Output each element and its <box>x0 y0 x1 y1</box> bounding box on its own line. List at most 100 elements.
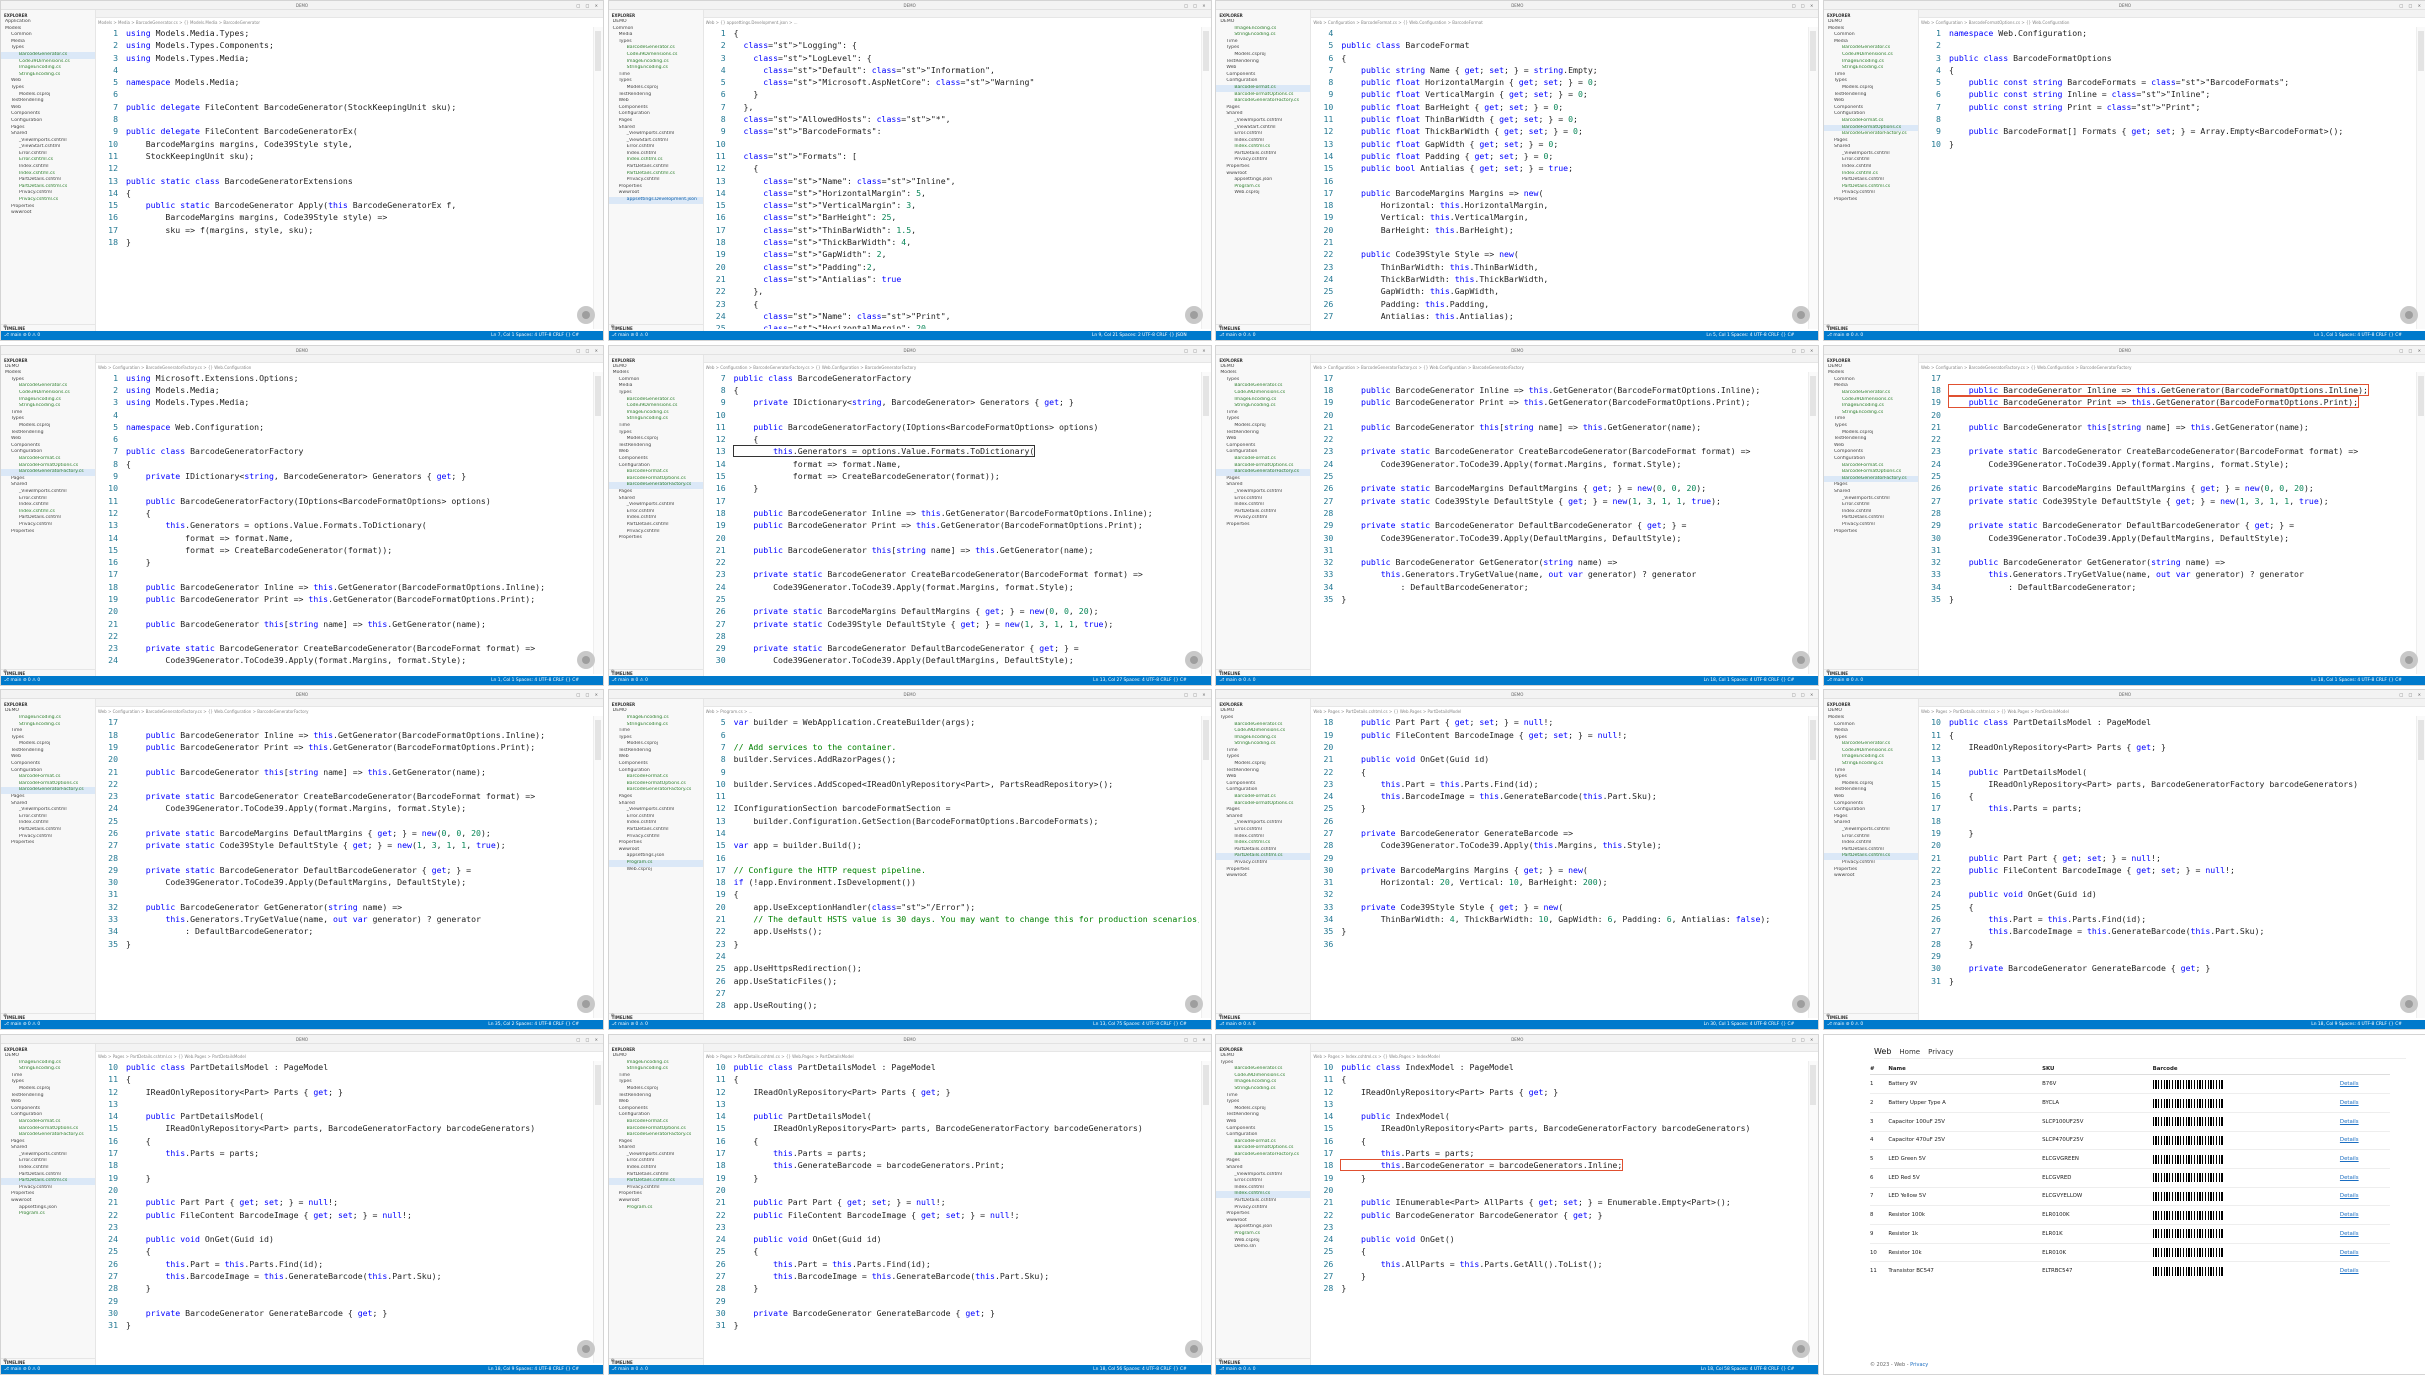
sidebar-item[interactable]: wwwroot <box>1824 873 1918 880</box>
window-controls[interactable]: □ □ ✕ <box>1792 346 1815 355</box>
sidebar-item[interactable]: Pages <box>1216 476 1310 483</box>
sidebar-item[interactable]: BarcodeGenerator.cs <box>1216 1066 1310 1073</box>
sidebar-item[interactable]: Models <box>1 26 95 33</box>
window-controls[interactable]: □ □ ✕ <box>2400 690 2423 699</box>
sidebar-item[interactable]: Models.csproj <box>1216 1106 1310 1113</box>
details-link[interactable]: Details <box>2340 1231 2359 1237</box>
sidebar-item[interactable]: Models <box>1 370 95 377</box>
scroll-thumb[interactable] <box>1202 720 1209 761</box>
branch-status[interactable]: ⎇ main ⊘ 0 ⚠ 0 <box>1219 333 1255 338</box>
sidebar-item[interactable]: Configuration <box>1216 787 1310 794</box>
sidebar-item[interactable]: PartDetails.cshtml.cs <box>608 1178 703 1185</box>
sidebar-item[interactable]: BarcodeFormat.cs <box>1 1119 95 1126</box>
sidebar-item[interactable]: Index.cshtml.cs <box>609 157 703 164</box>
sidebar-item[interactable]: Error.cshtml <box>609 1158 703 1165</box>
sidebar-item[interactable]: Properties <box>609 1191 703 1198</box>
sidebar-item[interactable]: BarcodeFormat.cs <box>1824 463 1918 470</box>
sidebar-item[interactable]: Configuration <box>1 768 95 775</box>
sidebar-item[interactable]: Models <box>1216 370 1310 377</box>
sidebar-item[interactable]: BarcodeFormat.cs <box>1 774 95 781</box>
window-controls[interactable]: □ □ ✕ <box>1792 1 1815 10</box>
privacy-link[interactable]: Privacy <box>1910 1362 1928 1368</box>
scroll-thumb[interactable] <box>595 375 601 416</box>
branch-status[interactable]: ⎇ main ⊘ 0 ⚠ 0 <box>4 333 40 338</box>
timeline-section[interactable]: TIMELINE <box>1823 668 1918 676</box>
sidebar-item[interactable]: BarcodeGeneratorFactory.cs <box>609 1132 703 1139</box>
sidebar-item[interactable]: Pages <box>609 118 703 125</box>
sidebar-item[interactable]: Types <box>1824 423 1918 430</box>
sidebar-item[interactable]: Privacy.cshtml <box>1216 157 1310 164</box>
sidebar-item[interactable]: Types <box>609 735 703 742</box>
sidebar-item[interactable]: ImageEncoding.cs <box>1 715 95 722</box>
details-link[interactable]: Details <box>2340 1268 2359 1274</box>
sidebar-item[interactable]: Pages <box>1216 105 1310 112</box>
sidebar-item[interactable]: BarcodeGeneratorFactory.cs <box>1216 469 1311 476</box>
sidebar-item[interactable]: StringEncoding.cs <box>1216 32 1310 39</box>
sidebar-item[interactable]: Types <box>1 416 95 423</box>
branch-status[interactable]: ⎇ main ⊘ 0 ⚠ 0 <box>1219 678 1255 683</box>
sidebar-item[interactable]: Configuration <box>1 1112 95 1119</box>
sidebar-item[interactable]: Types <box>1824 774 1918 781</box>
code-editor[interactable]: 17 18 public BarcodeGenerator Inline => t… <box>96 716 591 1018</box>
gear-icon[interactable]: ⚙ <box>3 324 7 330</box>
sidebar-item[interactable]: Time <box>1824 768 1918 775</box>
sidebar-item[interactable]: Code39Dimensions.cs <box>1 390 95 397</box>
window-controls[interactable]: □ □ ✕ <box>2400 1 2423 10</box>
sidebar-item[interactable]: Time <box>1824 72 1918 79</box>
code-editor[interactable]: 4 5 public class BarcodeFormat 6{7 public s… <box>1311 27 1806 329</box>
details-link[interactable]: Details <box>2340 1212 2359 1218</box>
sidebar-item[interactable]: Code39Dimensions.cs <box>1 59 95 66</box>
sidebar-item[interactable]: Types <box>1216 715 1310 722</box>
sidebar-item[interactable]: Privacy.cshtml <box>1824 522 1918 529</box>
sidebar-item[interactable]: PartDetails.cshtml <box>609 1172 703 1179</box>
sidebar-item[interactable]: Components <box>1 111 95 118</box>
code-editor[interactable]: 10 public class PartDetailsModel : PageMo… <box>704 1061 1199 1363</box>
sidebar-item[interactable]: TestRendering <box>1216 430 1310 437</box>
sidebar-item[interactable]: Pages <box>609 489 703 496</box>
sidebar-item[interactable]: Types <box>1 735 95 742</box>
sidebar-item[interactable]: Time <box>1 1073 95 1080</box>
sidebar-item[interactable]: TestRendering <box>1824 92 1918 99</box>
code-editor[interactable]: 1 namespace Web.Configuration; 2 3 public cl… <box>1919 27 2414 329</box>
sidebar-item[interactable]: Types <box>609 390 703 397</box>
copilot-avatar-icon[interactable] <box>1184 1339 1203 1358</box>
sidebar-item[interactable]: Models.csproj <box>1824 430 1918 437</box>
timeline-section[interactable]: TIMELINE <box>608 1013 703 1020</box>
sidebar-item[interactable]: Models.csproj <box>609 741 703 748</box>
sidebar-item[interactable]: Index.cshtml.cs <box>1216 1191 1311 1199</box>
code-editor[interactable]: 10 public class PartDetailsModel : PageMo… <box>1919 716 2414 1018</box>
sidebar-item[interactable]: Media <box>609 383 703 390</box>
nav-link[interactable]: Home <box>1899 1048 1920 1056</box>
sidebar-item[interactable]: StringEncoding.cs <box>1824 761 1918 768</box>
sidebar-item[interactable]: Shared <box>1824 144 1918 151</box>
sidebar-item[interactable]: Types <box>1 45 95 52</box>
sidebar-item[interactable]: Code39Dimensions.cs <box>1216 1073 1310 1080</box>
copilot-avatar-icon[interactable] <box>1184 995 1203 1014</box>
sidebar-item[interactable]: BarcodeGenerator.cs <box>1216 722 1310 729</box>
sidebar-item[interactable]: Privacy.cshtml <box>1 190 95 197</box>
sidebar-item[interactable]: Common <box>1824 722 1918 729</box>
sidebar-item[interactable]: Components <box>609 456 703 463</box>
sidebar-item[interactable]: Configuration <box>609 1112 703 1119</box>
sidebar-item[interactable]: StringEncoding.cs <box>1 72 95 79</box>
timeline-section[interactable]: TIMELINE <box>1 324 95 331</box>
sidebar-item[interactable]: Application <box>1 19 95 26</box>
window-controls[interactable]: □ □ ✕ <box>1184 1 1207 10</box>
sidebar-item[interactable]: Types <box>1824 735 1918 742</box>
gear-icon[interactable]: ⚙ <box>3 1358 7 1364</box>
branch-status[interactable]: ⎇ main ⊘ 0 ⚠ 0 <box>612 333 648 338</box>
sidebar-item[interactable]: Privacy.cshtml <box>1824 860 1918 867</box>
nav-link[interactable]: Privacy <box>1928 1048 1953 1056</box>
scroll-thumb[interactable] <box>2417 720 2424 761</box>
sidebar-item[interactable]: Program.cs <box>1216 184 1310 191</box>
sidebar-item[interactable]: wwwroot <box>1216 873 1310 880</box>
sidebar-item[interactable]: Web <box>1216 774 1310 781</box>
sidebar-item[interactable]: StringEncoding.cs <box>1 1066 95 1073</box>
sidebar-item[interactable]: Properties <box>1 840 95 847</box>
sidebar-item[interactable]: StringEncoding.cs <box>1 403 95 410</box>
sidebar-item[interactable]: Web <box>1216 1119 1310 1126</box>
sidebar-item[interactable]: Types <box>1216 416 1310 423</box>
vertical-scrollbar[interactable] <box>2415 371 2425 674</box>
vertical-scrollbar[interactable] <box>593 716 603 1019</box>
branch-status[interactable]: ⎇ main ⊘ 0 ⚠ 0 <box>1827 333 1863 338</box>
